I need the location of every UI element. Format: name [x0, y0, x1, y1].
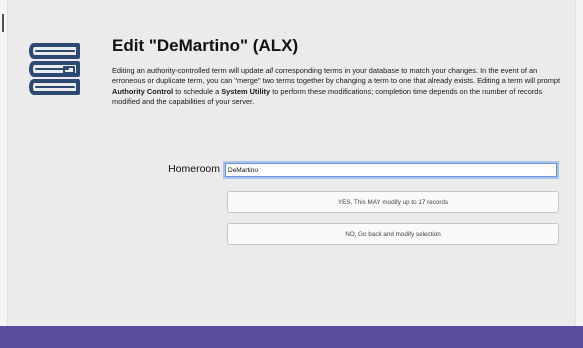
system-utility-term: System Utility	[221, 86, 271, 96]
dialog-title: Edit "DeMartino" (ALX)	[112, 36, 299, 55]
homeroom-label: Homeroom	[168, 163, 220, 175]
homeroom-input[interactable]	[225, 163, 557, 177]
dialog-description: Editing an authority-controlled term wil…	[112, 66, 564, 108]
right-window-edge	[575, 0, 583, 348]
left-window-edge	[0, 0, 8, 348]
cancel-modify-button[interactable]: NO, Go back and modify selection	[227, 223, 559, 245]
description-text: to schedule a	[173, 86, 222, 96]
description-emphasis: all	[265, 66, 274, 75]
books-stack-icon	[29, 43, 80, 95]
confirm-modify-button[interactable]: YES, This MAY modify up to 17 records	[227, 191, 559, 213]
bottom-status-bar	[0, 326, 583, 348]
window-edge-marker	[2, 14, 4, 32]
description-text: Editing an authority-controlled term wil…	[112, 66, 266, 75]
authority-control-term: Authority Control	[112, 86, 174, 96]
